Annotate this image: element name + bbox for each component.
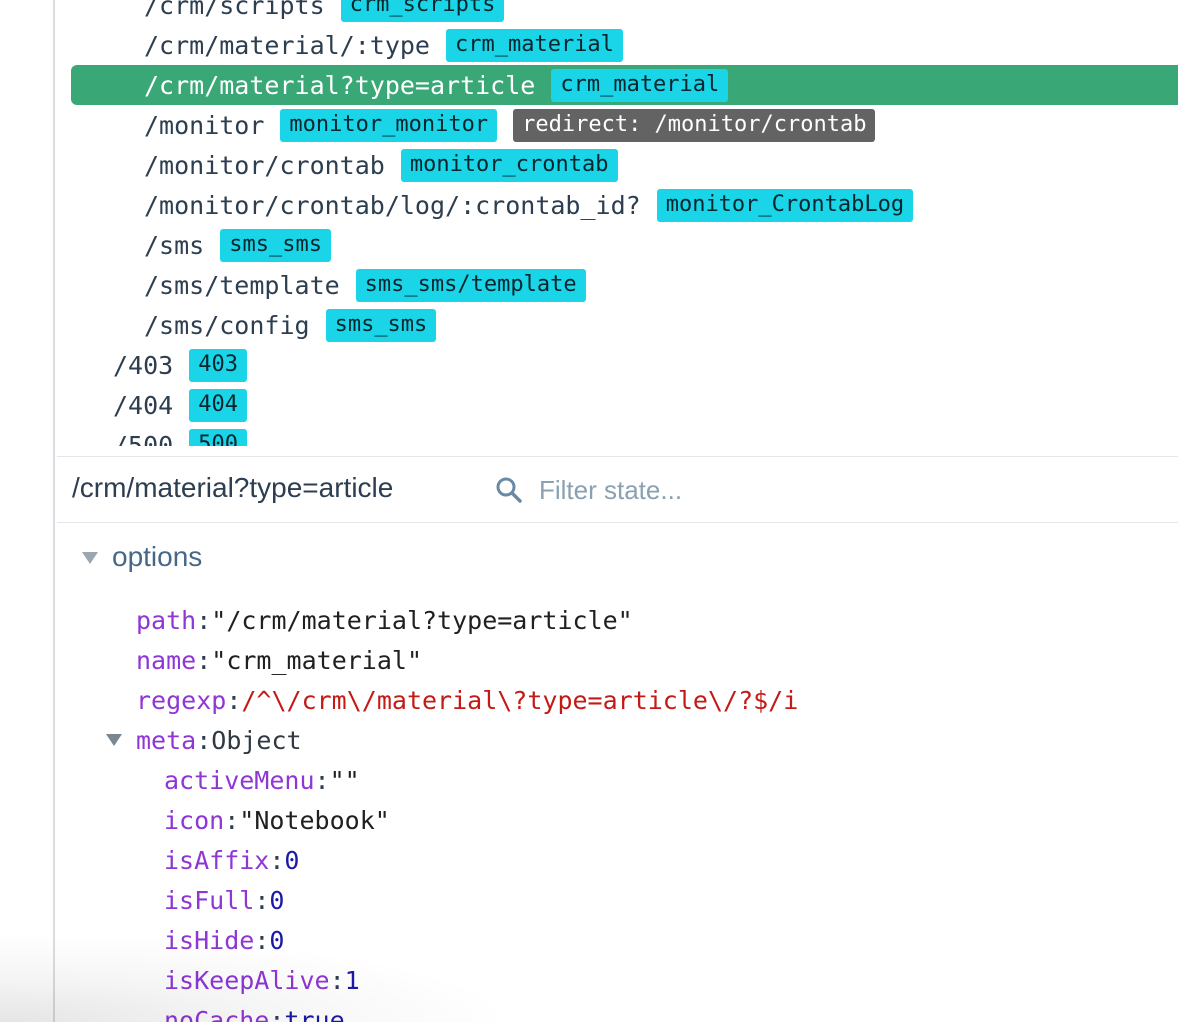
- search-icon: [496, 477, 522, 503]
- filter-state-input[interactable]: [537, 471, 941, 509]
- prop-key: noCache: [164, 1005, 270, 1022]
- route-tree: /crm/scripts crm_scripts/crm/material/:ty…: [57, 0, 1178, 446]
- prop-key: isHide: [164, 925, 255, 955]
- prop-value: "/crm/material?type=article": [211, 605, 633, 635]
- route-path: /crm/material?type=article: [144, 70, 536, 100]
- route-name-tag: monitor_CrontabLog: [656, 188, 914, 222]
- route-path: /sms: [144, 230, 205, 260]
- prop-key: isFull: [164, 885, 255, 915]
- prop-separator: :: [226, 685, 242, 715]
- prop-separator: :: [196, 725, 212, 755]
- route-row[interactable]: /crm/scripts crm_scripts: [57, 0, 1178, 25]
- prop-value: 0: [269, 885, 285, 915]
- state-prop-isHide[interactable]: isHide: 0: [164, 920, 284, 960]
- route-row-selected[interactable]: /crm/material?type=article crm_material: [71, 65, 1178, 105]
- route-path: /500: [113, 430, 174, 447]
- prop-value: "crm_material": [211, 645, 422, 675]
- triangle-down-icon[interactable]: [106, 734, 122, 746]
- state-prop-isFull[interactable]: isFull: 0: [164, 880, 284, 920]
- state-prop-icon[interactable]: icon: "Notebook": [164, 800, 390, 840]
- prop-separator: :: [254, 925, 270, 955]
- state-prop-isAffix[interactable]: isAffix: 0: [164, 840, 299, 880]
- route-path: /monitor/crontab/log/:crontab_id?: [144, 190, 641, 220]
- prop-separator: :: [269, 845, 285, 875]
- route-path: /monitor: [144, 110, 265, 140]
- prop-key: isKeepAlive: [164, 965, 330, 995]
- left-gutter: [0, 0, 55, 1022]
- route-name-tag: monitor_crontab: [400, 148, 618, 182]
- route-path: /sms/config: [144, 310, 310, 340]
- prop-value: 1: [344, 965, 360, 995]
- route-name-tag: 403: [189, 348, 247, 382]
- route-path: /monitor/crontab: [144, 150, 385, 180]
- prop-separator: :: [196, 605, 212, 635]
- route-row[interactable]: /sms/template sms_sms/template: [57, 265, 1178, 305]
- route-row[interactable]: /monitor monitor_monitor redirect: /monito…: [57, 105, 1178, 145]
- prop-separator: :: [196, 645, 212, 675]
- prop-separator: :: [269, 1005, 285, 1022]
- prop-key: meta: [136, 725, 197, 755]
- prop-separator: :: [329, 965, 345, 995]
- prop-separator: :: [314, 765, 330, 795]
- prop-key: activeMenu: [164, 765, 315, 795]
- state-prop-path[interactable]: path: "/crm/material?type=article": [136, 600, 633, 640]
- route-name-tag: crm_material: [445, 28, 623, 62]
- route-path: /403: [113, 350, 174, 380]
- route-name-tag: monitor_monitor: [280, 108, 498, 142]
- state-prop-meta[interactable]: meta: Object: [136, 720, 302, 760]
- route-name-tag: 404: [189, 388, 247, 422]
- state-prop-noCache[interactable]: noCache: true: [164, 1000, 345, 1022]
- state-prop-name[interactable]: name: "crm_material": [136, 640, 422, 680]
- route-row[interactable]: /monitor/crontab/log/:crontab_id? monitor…: [57, 185, 1178, 225]
- route-row[interactable]: /sms/config sms_sms: [57, 305, 1178, 345]
- prop-separator: :: [224, 805, 240, 835]
- route-path: /crm/scripts: [144, 0, 325, 20]
- state-prop-isKeepAlive[interactable]: isKeepAlive: 1: [164, 960, 360, 1000]
- prop-value: "": [329, 765, 360, 795]
- prop-value: true: [284, 1005, 345, 1022]
- route-name-tag: sms_sms/template: [355, 268, 586, 302]
- route-row[interactable]: /500 500: [57, 425, 1178, 446]
- route-path: /404: [113, 390, 174, 420]
- options-section-label[interactable]: options: [112, 541, 202, 573]
- prop-value: 0: [284, 845, 300, 875]
- route-row[interactable]: /403 403: [57, 345, 1178, 385]
- route-row[interactable]: /404 404: [57, 385, 1178, 425]
- route-row[interactable]: /sms sms_sms: [57, 225, 1178, 265]
- route-path: /crm/material/:type: [144, 30, 430, 60]
- prop-key: icon: [164, 805, 225, 835]
- route-name-tag: crm_material: [551, 68, 729, 102]
- route-name-tag: sms_sms: [325, 308, 437, 342]
- redirect-tag: redirect: /monitor/crontab: [513, 108, 876, 142]
- prop-key: regexp: [136, 685, 227, 715]
- route-name-tag: sms_sms: [220, 228, 331, 262]
- prop-key: isAffix: [164, 845, 270, 875]
- route-name-tag: crm_scripts: [340, 0, 505, 22]
- prop-value: /^\/crm\/material\?type=article\/?$/i: [241, 685, 799, 715]
- prop-separator: :: [254, 885, 270, 915]
- inspector-header: /crm/material?type=article: [57, 457, 1178, 523]
- route-name-tag: 500: [189, 428, 247, 446]
- selected-route-title: /crm/material?type=article: [72, 472, 394, 503]
- route-path: /sms/template: [144, 270, 340, 300]
- route-row[interactable]: /crm/material/:type crm_material: [57, 25, 1178, 65]
- triangle-down-icon[interactable]: [82, 552, 98, 564]
- prop-key: path: [136, 605, 197, 635]
- prop-value: Object: [211, 725, 302, 755]
- route-row[interactable]: /monitor/crontab monitor_crontab: [57, 145, 1178, 185]
- state-prop-activeMenu[interactable]: activeMenu: "": [164, 760, 360, 800]
- prop-value: "Notebook": [239, 805, 390, 835]
- state-prop-regexp[interactable]: regexp: /^\/crm\/material\?type=article\…: [136, 680, 798, 720]
- prop-value: 0: [269, 925, 285, 955]
- devtools-router-panel: /crm/scripts crm_scripts/crm/material/:ty…: [0, 0, 1178, 1022]
- prop-key: name: [136, 645, 197, 675]
